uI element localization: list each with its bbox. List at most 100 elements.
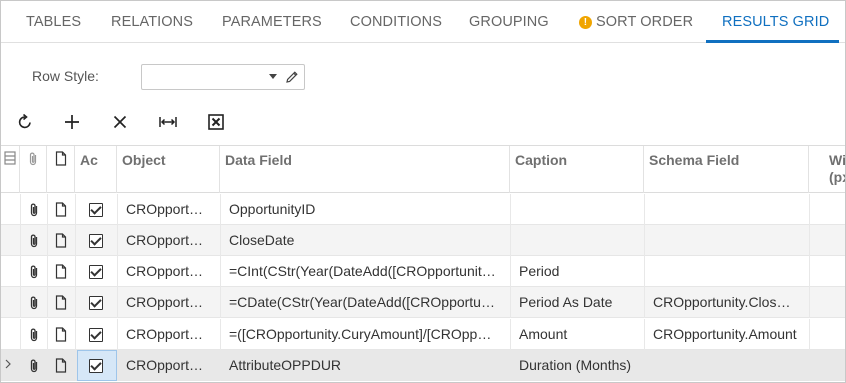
checkbox-checked-icon bbox=[89, 358, 103, 373]
active-checkbox[interactable] bbox=[77, 225, 115, 256]
cell-caption[interactable]: Period As Date bbox=[519, 287, 641, 318]
cell-caption[interactable] bbox=[519, 225, 641, 256]
cell-caption[interactable] bbox=[519, 194, 641, 225]
cell-data-field[interactable]: AttributeOPPDUR bbox=[229, 350, 507, 381]
cell-schema-field[interactable] bbox=[653, 194, 807, 225]
column-header-schema-field[interactable]: Schema Field bbox=[644, 146, 809, 193]
column-divider bbox=[117, 350, 118, 381]
grid-settings-icon[interactable] bbox=[1, 146, 20, 193]
column-divider bbox=[117, 194, 118, 225]
column-divider bbox=[510, 287, 511, 318]
tab-relations[interactable]: RELATIONS bbox=[111, 1, 193, 43]
refresh-button[interactable] bbox=[13, 110, 37, 134]
table-row[interactable]: CROpport… CloseDate bbox=[1, 225, 845, 256]
active-checkbox[interactable] bbox=[77, 194, 115, 225]
tab-conditions[interactable]: CONDITIONS bbox=[350, 1, 442, 43]
column-divider bbox=[510, 225, 511, 256]
table-row[interactable]: CROpport… AttributeOPPDUR Duration (Months… bbox=[1, 350, 845, 381]
add-row-button[interactable] bbox=[60, 110, 84, 134]
column-divider bbox=[510, 194, 511, 225]
table-row[interactable]: CROpport… =CInt(CStr(Year(DateAdd([CROppo… bbox=[1, 256, 845, 287]
tab-sort-order-label: SORT ORDER bbox=[596, 14, 694, 30]
tab-results-grid[interactable]: RESULTS GRID bbox=[722, 1, 829, 43]
column-divider bbox=[117, 225, 118, 256]
chevron-right-icon bbox=[5, 359, 11, 369]
attachment-icon[interactable] bbox=[20, 194, 47, 225]
note-icon[interactable] bbox=[47, 194, 75, 225]
cell-schema-field[interactable] bbox=[653, 256, 807, 287]
active-checkbox[interactable] bbox=[77, 319, 115, 350]
note-icon[interactable] bbox=[47, 350, 75, 381]
cell-object[interactable]: CROpport… bbox=[126, 256, 218, 287]
plus-icon bbox=[65, 115, 79, 129]
column-divider bbox=[644, 256, 645, 287]
cell-object[interactable]: CROpport… bbox=[126, 319, 218, 350]
checkbox-checked-icon bbox=[89, 264, 103, 279]
column-divider bbox=[75, 225, 76, 256]
tab-sort-order[interactable]: ! SORT ORDER bbox=[579, 1, 693, 43]
column-header-data-field[interactable]: Data Field bbox=[220, 146, 510, 193]
cell-caption[interactable]: Period bbox=[519, 256, 641, 287]
note-icon[interactable] bbox=[47, 225, 75, 256]
grid-header: Ac Object Data Field Caption Schema Fiel… bbox=[1, 145, 846, 193]
cell-data-field[interactable]: CloseDate bbox=[229, 225, 507, 256]
export-excel-button[interactable] bbox=[204, 110, 228, 134]
attachment-icon[interactable] bbox=[20, 350, 47, 381]
column-divider bbox=[75, 350, 76, 381]
cell-data-field[interactable]: =([CROpportunity.CuryAmount]/[CROpp… bbox=[229, 319, 507, 350]
note-icon[interactable] bbox=[47, 319, 75, 350]
cell-caption[interactable]: Duration (Months) bbox=[519, 350, 641, 381]
attachment-icon[interactable] bbox=[20, 319, 47, 350]
cell-schema-field[interactable]: CROpportunity.Clos… bbox=[653, 287, 807, 318]
checkbox-checked-icon bbox=[89, 295, 103, 310]
fit-width-button[interactable] bbox=[156, 110, 180, 134]
attachment-icon[interactable] bbox=[20, 256, 47, 287]
active-checkbox[interactable] bbox=[77, 350, 115, 381]
delete-row-button[interactable] bbox=[108, 110, 132, 134]
tab-grouping[interactable]: GROUPING bbox=[469, 1, 549, 43]
checkbox-checked-icon bbox=[89, 327, 103, 342]
chevron-down-icon[interactable] bbox=[269, 74, 277, 79]
pencil-icon[interactable] bbox=[284, 69, 300, 85]
column-header-width-line1: Wi bbox=[829, 152, 846, 168]
attachment-header-icon bbox=[20, 146, 47, 193]
table-row[interactable]: CROpport… =([CROpportunity.CuryAmount]/[C… bbox=[1, 319, 845, 350]
cell-data-field[interactable]: =CDate(CStr(Year(DateAdd([CROpportu… bbox=[229, 287, 507, 318]
column-divider bbox=[220, 319, 221, 350]
attachment-icon[interactable] bbox=[20, 287, 47, 318]
cell-caption[interactable]: Amount bbox=[519, 319, 641, 350]
active-checkbox[interactable] bbox=[77, 287, 115, 318]
table-row[interactable]: CROpport… OpportunityID bbox=[1, 194, 845, 225]
column-header-caption[interactable]: Caption bbox=[510, 146, 644, 193]
checkbox-checked-icon bbox=[89, 233, 103, 248]
column-header-active[interactable]: Ac bbox=[75, 146, 117, 193]
column-divider bbox=[510, 350, 511, 381]
cell-data-field[interactable]: OpportunityID bbox=[229, 194, 507, 225]
tab-parameters[interactable]: PARAMETERS bbox=[222, 1, 322, 43]
row-style-select[interactable] bbox=[141, 64, 305, 90]
attachment-icon[interactable] bbox=[20, 225, 47, 256]
cell-data-field[interactable]: =CInt(CStr(Year(DateAdd([CROpportunit… bbox=[229, 256, 507, 287]
cell-schema-field[interactable]: CROpportunity.Amount bbox=[653, 319, 807, 350]
column-header-width[interactable]: Wi(px bbox=[809, 146, 846, 193]
cell-schema-field[interactable] bbox=[653, 350, 807, 381]
cell-schema-field[interactable] bbox=[653, 225, 807, 256]
tab-tables[interactable]: TABLES bbox=[26, 1, 81, 43]
cell-object[interactable]: CROpport… bbox=[126, 194, 218, 225]
column-divider bbox=[809, 225, 810, 256]
cell-object[interactable]: CROpport… bbox=[126, 287, 218, 318]
active-checkbox[interactable] bbox=[77, 256, 115, 287]
table-row[interactable]: CROpport… =CDate(CStr(Year(DateAdd([CROpp… bbox=[1, 287, 845, 318]
column-divider bbox=[809, 319, 810, 350]
active-tab-indicator bbox=[706, 40, 839, 43]
column-divider bbox=[75, 194, 76, 225]
column-header-object[interactable]: Object bbox=[117, 146, 220, 193]
note-header-icon bbox=[47, 146, 75, 193]
note-icon[interactable] bbox=[47, 256, 75, 287]
cell-object[interactable]: CROpport… bbox=[126, 225, 218, 256]
note-icon[interactable] bbox=[47, 287, 75, 318]
column-divider bbox=[809, 350, 810, 381]
column-divider bbox=[75, 319, 76, 350]
cell-object[interactable]: CROpport… bbox=[126, 350, 218, 381]
column-divider bbox=[510, 319, 511, 350]
